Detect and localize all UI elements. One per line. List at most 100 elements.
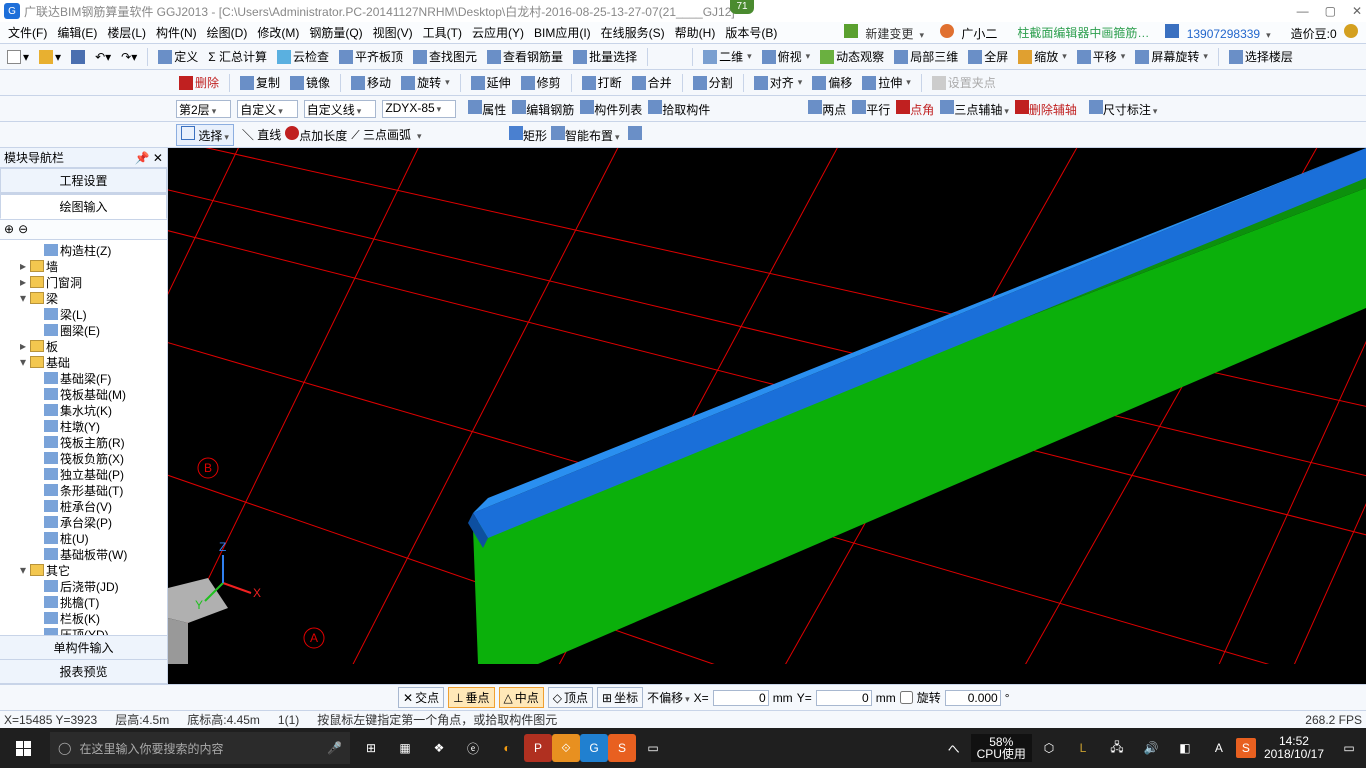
start-button[interactable] (0, 728, 46, 768)
x-input[interactable] (713, 690, 769, 706)
orbit-button[interactable]: 动态观察 (817, 47, 887, 66)
menu-online[interactable]: 在线服务(S) (597, 22, 669, 43)
flush-button[interactable]: 平齐板顶 (336, 47, 406, 66)
delete-button[interactable]: 删除 (176, 73, 222, 92)
view-rebar-button[interactable]: 查看钢筋量 (484, 47, 566, 66)
tree-item[interactable]: 条形基础(T) (0, 482, 167, 498)
code-select[interactable]: ZDYX-85 (382, 100, 456, 118)
tree-item[interactable]: 桩(U) (0, 530, 167, 546)
tree-item[interactable]: 筏板基础(M) (0, 386, 167, 402)
app-1[interactable]: ▦ (388, 728, 422, 768)
merge-button[interactable]: 合并 (629, 73, 675, 92)
menu-bim[interactable]: BIM应用(I) (530, 22, 595, 43)
tree-item[interactable]: 筏板负筋(X) (0, 450, 167, 466)
move-button[interactable]: 移动 (348, 73, 394, 92)
member-tree[interactable]: 构造柱(Z)▸墙▸门窗洞▾梁梁(L)圈梁(E)▸板▾基础基础梁(F)筏板基础(M… (0, 240, 167, 635)
tree-item[interactable]: ▸门窗洞 (0, 274, 167, 290)
tree-item[interactable]: 栏板(K) (0, 610, 167, 626)
pan-button[interactable]: 平移 (1074, 47, 1129, 66)
tray-icon-1[interactable]: ⬡ (1032, 728, 1066, 768)
align-button[interactable]: 对齐 (751, 73, 806, 92)
tool-extra[interactable] (628, 126, 642, 143)
point-length-tool[interactable]: 点加长度 (285, 126, 347, 144)
select-tool[interactable]: 选择 (176, 124, 234, 146)
mirror-button[interactable]: 镜像 (287, 73, 333, 92)
cloud-check-button[interactable]: 云检查 (274, 47, 332, 66)
taskbar-search[interactable]: ◯ 在这里输入你要搜索的内容 🎤 (50, 732, 350, 764)
tab-report[interactable]: 报表预览 (0, 660, 167, 684)
menu-member[interactable]: 构件(N) (152, 22, 201, 43)
menu-draw[interactable]: 绘图(D) (203, 22, 252, 43)
app-2[interactable]: ❖ (422, 728, 456, 768)
menu-edit[interactable]: 编辑(E) (53, 22, 101, 43)
app-4[interactable]: ⟐ (552, 734, 580, 762)
type-select[interactable]: 自定义线 (304, 100, 377, 118)
tree-item[interactable]: 集水坑(K) (0, 402, 167, 418)
tree-item[interactable]: 后浇带(JD) (0, 578, 167, 594)
parallel-button[interactable]: 平行 (852, 100, 890, 118)
fullscreen-button[interactable]: 全屏 (965, 47, 1011, 66)
rotate-input[interactable] (945, 690, 1001, 706)
extend-button[interactable]: 延伸 (468, 73, 514, 92)
zoom-button[interactable]: 缩放 (1015, 47, 1070, 66)
new-button[interactable]: ▾ (4, 49, 32, 65)
offset-button[interactable]: 偏移 (809, 73, 855, 92)
tab-project-settings[interactable]: 工程设置 (0, 168, 167, 193)
menu-floor[interactable]: 楼层(L) (103, 22, 150, 43)
snap-vertex[interactable]: ◇ 顶点 (548, 687, 593, 708)
undo-button[interactable]: ↶▾ (92, 49, 114, 65)
tray-sogou-icon[interactable]: S (1236, 738, 1256, 758)
rect-tool[interactable]: 矩形 (509, 126, 547, 144)
menu-file[interactable]: 文件(F) (4, 22, 51, 43)
menu-modify[interactable]: 修改(M) (253, 22, 303, 43)
redo-button[interactable]: ↷▾ (118, 49, 140, 65)
tree-item[interactable]: ▾其它 (0, 562, 167, 578)
tree-item[interactable]: ▾基础 (0, 354, 167, 370)
app-pdf[interactable]: P (524, 734, 552, 762)
tree-item[interactable]: 承台梁(P) (0, 514, 167, 530)
copy-button[interactable]: 复制 (237, 73, 283, 92)
tree-item[interactable]: ▸墙 (0, 258, 167, 274)
tree-item[interactable]: 独立基础(P) (0, 466, 167, 482)
break-button[interactable]: 打断 (579, 73, 625, 92)
cpu-monitor[interactable]: 58%CPU使用 (971, 734, 1032, 762)
app-ggj[interactable]: G (580, 734, 608, 762)
sum-button[interactable]: Σ 汇总计算 (205, 47, 270, 66)
open-button[interactable]: ▾ (36, 49, 64, 65)
line-tool[interactable]: ＼ 直线 (242, 126, 281, 143)
tab-draw-input[interactable]: 绘图输入 (0, 194, 167, 219)
viewport-3d[interactable]: B A X Y Z (168, 148, 1366, 684)
collapse-icon[interactable]: ⊖ (18, 222, 28, 237)
app-ie[interactable]: ⓔ (456, 728, 490, 768)
arc-options[interactable] (415, 128, 505, 142)
beans-label[interactable]: 造价豆:0 (1283, 22, 1362, 44)
trim-button[interactable]: 修剪 (518, 73, 564, 92)
tray-icon-2[interactable]: L (1066, 728, 1100, 768)
tree-item[interactable]: 压顶(YD) (0, 626, 167, 635)
expand-icon[interactable]: ⊕ (4, 222, 14, 237)
snap-coord[interactable]: ⊞ 坐标 (597, 687, 643, 708)
define-button[interactable]: 定义 (155, 47, 201, 66)
arc-tool[interactable]: ⟋ 三点画弧 (351, 126, 411, 143)
tree-item[interactable]: 圈梁(E) (0, 322, 167, 338)
pick-button[interactable]: 拾取构件 (648, 100, 710, 118)
member-list-button[interactable]: 构件列表 (580, 100, 642, 118)
minimize-button[interactable]: — (1297, 4, 1309, 18)
app-3[interactable]: ◐ (490, 728, 524, 768)
tree-item[interactable]: 基础板带(W) (0, 546, 167, 562)
pin-icon[interactable]: 📌 ✕ (135, 151, 163, 165)
split-button[interactable]: 分割 (690, 73, 736, 92)
new-change-button[interactable]: 新建变更 (840, 22, 928, 44)
tray-up-icon[interactable]: へ (937, 728, 971, 768)
offset-mode[interactable]: 不偏移 (647, 689, 690, 706)
tree-item[interactable]: 柱墩(Y) (0, 418, 167, 434)
tree-item[interactable]: ▾梁 (0, 290, 167, 306)
smart-layout-tool[interactable]: 智能布置 (551, 126, 620, 144)
tree-item[interactable]: 桩承台(V) (0, 498, 167, 514)
taskview-icon[interactable]: ⊞ (354, 728, 388, 768)
top-view-button[interactable]: 俯视 (759, 47, 814, 66)
tree-item[interactable]: 基础梁(F) (0, 370, 167, 386)
taskbar-clock[interactable]: 14:522018/10/17 (1256, 735, 1332, 761)
rotate-check[interactable] (900, 691, 913, 704)
menu-help[interactable]: 帮助(H) (671, 22, 720, 43)
